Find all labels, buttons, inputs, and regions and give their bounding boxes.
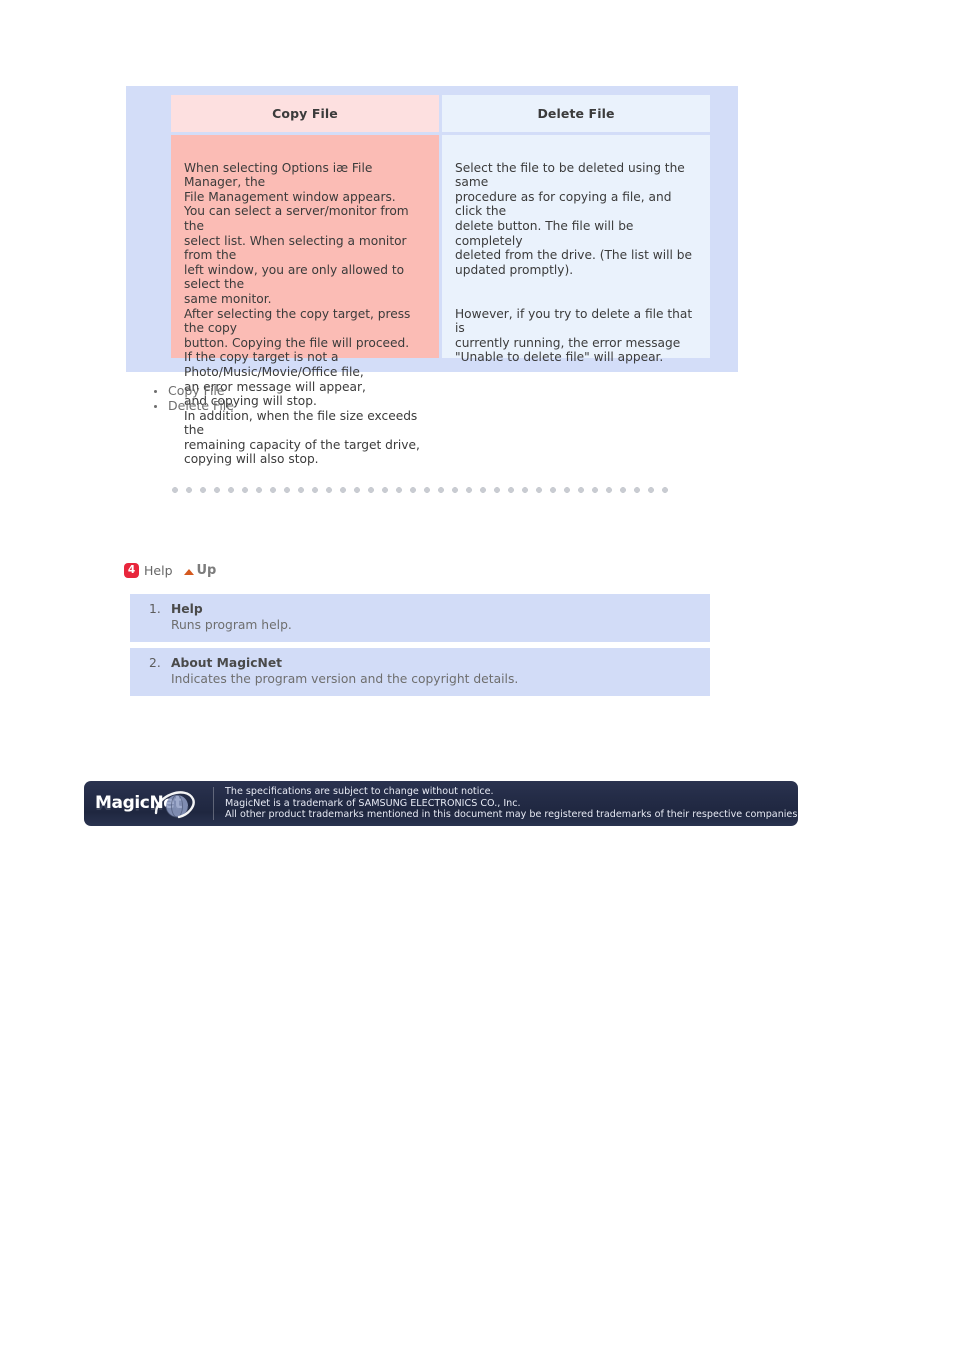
delete-file-paragraph-1: Select the file to be deleted using the … [455, 160, 693, 277]
list-item[interactable]: Delete File [154, 397, 234, 414]
globe-orbit-icon [154, 791, 195, 819]
item-description: Runs program help. [171, 618, 292, 632]
item-number: 1. [149, 602, 161, 616]
page-title: Help [144, 563, 173, 578]
item-row: 1. Help Runs program help. [130, 602, 710, 633]
help-item-list: 1. Help Runs program help. 2. About Magi… [130, 594, 710, 696]
up-link-label: Up [196, 563, 217, 578]
arrow-up-icon [183, 568, 194, 575]
item-row: 2. About MagicNet Indicates the program … [130, 656, 710, 687]
list-item[interactable]: Copy File [154, 383, 234, 399]
item-title: About MagicNet [171, 656, 283, 670]
footer-legal-text: The specifications are subject to change… [214, 781, 798, 826]
bullet-label-copy-file: Copy File [168, 383, 225, 398]
delete-file-paragraph-2: However, if you try to delete a file tha… [455, 306, 693, 365]
column-header-delete-file: Delete File [442, 95, 710, 132]
item-text: Help Runs program help. [171, 602, 710, 633]
magicnet-logo: MagicNet MagicNet [84, 781, 213, 826]
comparison-grid: Copy File When selecting Options iæ File… [171, 95, 711, 466]
item-number: 2. [149, 656, 161, 670]
list-item: 2. About MagicNet Indicates the program … [130, 648, 710, 696]
footer-line-1: The specifications are subject to change… [225, 786, 494, 797]
column-body-delete-file: Select the file to be deleted using the … [442, 135, 710, 364]
footer-line-3: All other product trademarks mentioned i… [225, 809, 798, 821]
comparison-column-delete-file: Delete File Select the file to be delete… [442, 95, 710, 364]
item-title: Help [171, 602, 203, 616]
comparison-column-copy-file: Copy File When selecting Options iæ File… [171, 95, 439, 466]
footer-line-2: MagicNet is a trademark of SAMSUNG ELECT… [225, 797, 521, 809]
item-text: About MagicNet Indicates the program ver… [171, 656, 710, 687]
section-number-badge-icon: 4 [124, 563, 139, 578]
copy-file-paragraph-1: When selecting Options iæ File Manager, … [184, 160, 420, 467]
column-header-copy-file: Copy File [171, 95, 439, 132]
up-link[interactable]: Up [183, 563, 217, 578]
bullet-label-delete-file: Delete File [168, 397, 234, 413]
list-item: 1. Help Runs program help. [130, 594, 710, 642]
comparison-table-panel: Copy File When selecting Options iæ File… [126, 86, 738, 466]
column-body-copy-file: When selecting Options iæ File Manager, … [171, 135, 439, 466]
item-description: Indicates the program version and the co… [171, 672, 519, 686]
dotted-divider [168, 487, 670, 493]
footer-bar: MagicNet MagicNet The specifications are… [84, 781, 798, 826]
topic-bullet-list: Copy File Delete File [126, 383, 234, 414]
section-heading-help: 4 Help Up [124, 563, 216, 578]
